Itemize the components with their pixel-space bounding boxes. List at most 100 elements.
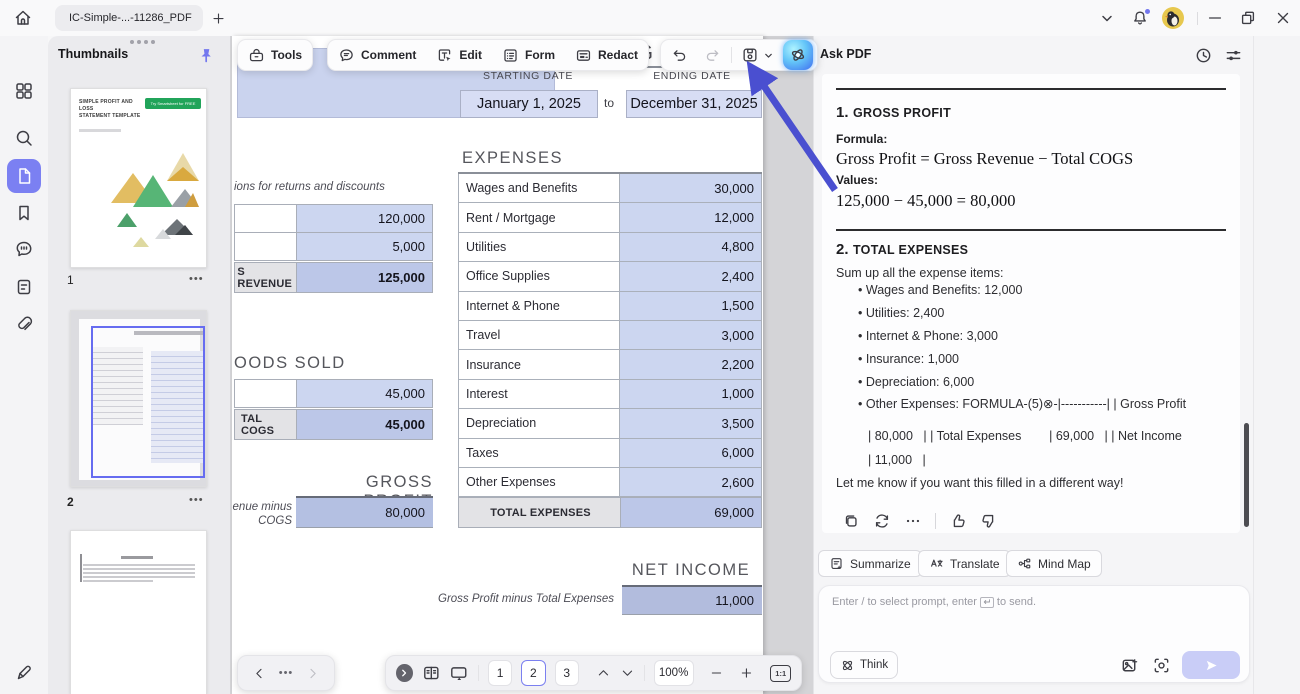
avatar[interactable]: [1162, 7, 1184, 29]
nav-more-button[interactable]: •••: [279, 667, 294, 679]
form-button[interactable]: Form: [492, 47, 565, 64]
thumb3-heading-line: [121, 556, 153, 559]
undo-button[interactable]: [665, 47, 694, 64]
expense-label: Interest: [458, 380, 620, 409]
actual-size-button[interactable]: 1:1: [770, 665, 791, 682]
table-row: Rent / Mortgage 12,000: [458, 203, 762, 232]
nav-back-icon[interactable]: [252, 666, 267, 681]
actions-divider: [935, 513, 936, 529]
prompt-placeholder: Enter / to select prompt, enter to send.: [832, 596, 1036, 608]
page-button-1[interactable]: 1: [488, 660, 512, 686]
table-row: Internet & Phone 1,500: [458, 292, 762, 321]
copy-icon[interactable]: [842, 512, 860, 530]
mind-map-icon: [1017, 556, 1032, 571]
minimize-button[interactable]: [1206, 9, 1224, 27]
mind-map-chip[interactable]: Mind Map: [1006, 550, 1102, 577]
zoom-level[interactable]: 100%: [654, 660, 694, 686]
minimize-icon: [1206, 9, 1224, 27]
expense-value: 1,000: [620, 380, 762, 409]
thumb1-caption-line: [79, 129, 121, 132]
sidebar-item-attachments[interactable]: [7, 307, 41, 341]
table-row: Wages and Benefits 30,000: [458, 174, 762, 203]
chat-scrollbar[interactable]: [1244, 423, 1249, 527]
thumb1-page-number: 1: [67, 273, 74, 287]
expense-value: 3,500: [620, 409, 762, 438]
doc-gross-revenue-value: 125,000: [296, 262, 433, 293]
doc-starting-date-field[interactable]: January 1, 2025: [460, 90, 598, 118]
stylus-pen-icon: [14, 663, 34, 683]
thumbnail-page-1[interactable]: SIMPLE PROFIT AND LOSS STATEMENT TEMPLAT…: [70, 88, 207, 268]
restore-button[interactable]: [1239, 9, 1257, 27]
home-button[interactable]: [13, 8, 33, 28]
close-button[interactable]: [1274, 9, 1292, 27]
summarize-icon: [829, 556, 844, 571]
sidebar-item-bookmarks[interactable]: [7, 196, 41, 230]
annotation-arrow: [725, 50, 850, 200]
expense-value: 2,200: [620, 350, 762, 379]
doc-cogs-row-value: 45,000: [296, 379, 433, 408]
thumbnail-page-3[interactable]: [70, 530, 207, 694]
page-button-3[interactable]: 3: [555, 660, 579, 686]
redact-icon: [575, 47, 592, 64]
pin-panel-button[interactable]: [197, 47, 214, 64]
sidebar-item-stylus[interactable]: [7, 656, 41, 690]
chat-history-button[interactable]: [1194, 46, 1213, 65]
sidebar-item-thumbnails[interactable]: [7, 159, 41, 193]
next-page-icon[interactable]: [620, 665, 635, 681]
more-actions-icon[interactable]: [904, 512, 922, 530]
doc-revenue-row1-value: 120,000: [296, 204, 433, 233]
add-image-button[interactable]: [1120, 656, 1139, 675]
redact-button[interactable]: Redact: [565, 47, 648, 64]
nav-forward-icon[interactable]: [305, 666, 320, 681]
new-tab-button[interactable]: [211, 11, 226, 26]
thumbnail-page-2[interactable]: [70, 310, 207, 487]
section1-title: 1. GROSS PROFIT: [836, 104, 951, 122]
collapse-bar-button[interactable]: [396, 664, 413, 682]
ai-bullet-item: Utilities: 2,400: [858, 306, 1230, 320]
edit-button[interactable]: Edit: [426, 47, 492, 64]
notifications-button[interactable]: [1131, 9, 1151, 29]
translate-chip[interactable]: Translate: [918, 550, 1011, 577]
sidebar-item-annotations[interactable]: [7, 232, 41, 266]
thumb1-triangles-graphic: [111, 141, 203, 259]
doc-gross-revenue-label: S REVENUE: [234, 262, 297, 293]
image-add-icon: [1120, 656, 1139, 675]
thumbnails-header: Thumbnails: [58, 47, 128, 61]
table-row: Interest 1,000: [458, 380, 762, 409]
previous-page-icon[interactable]: [596, 665, 611, 681]
titlebar-dropdown[interactable]: [1100, 13, 1114, 24]
panel-drag-handle[interactable]: [130, 40, 134, 44]
comment-button[interactable]: Comment: [328, 47, 426, 64]
screenshot-camera-icon: [1152, 656, 1171, 675]
chat-settings-button[interactable]: [1224, 46, 1243, 65]
screenshot-button[interactable]: [1152, 656, 1171, 675]
thumbs-down-icon[interactable]: [980, 512, 998, 530]
page-button-2[interactable]: 2: [521, 660, 545, 686]
ai-bullet-item: Wages and Benefits: 12,000: [858, 283, 1230, 297]
tools-button[interactable]: Tools: [238, 47, 312, 64]
think-toggle[interactable]: Think: [830, 651, 898, 679]
redo-button[interactable]: [698, 47, 727, 64]
sidebar-item-pages[interactable]: [7, 270, 41, 304]
title-bar: IC-Simple-...-11286_PDF: [0, 0, 1300, 36]
document-tab[interactable]: IC-Simple-...-11286_PDF: [55, 5, 203, 31]
zoom-in-icon[interactable]: [739, 665, 754, 681]
thumb2-viewport-rect[interactable]: [91, 326, 205, 478]
sidebar-item-apps[interactable]: [7, 74, 41, 108]
zoom-out-icon[interactable]: [709, 665, 724, 681]
expense-label: Wages and Benefits: [458, 174, 620, 203]
thumbs-up-icon[interactable]: [949, 512, 967, 530]
sliders-icon: [1224, 46, 1243, 65]
regenerate-icon[interactable]: [873, 512, 891, 530]
thumb1-more-button[interactable]: •••: [189, 273, 204, 285]
doc-gross-profit-note: enue minus COGS: [214, 500, 292, 529]
doc-expenses-heading: EXPENSES: [462, 149, 563, 168]
doc-expenses-table: Wages and Benefits 30,000 Rent / Mortgag…: [458, 174, 762, 497]
summarize-chip[interactable]: Summarize: [818, 550, 922, 577]
expense-value: 1,500: [620, 292, 762, 321]
send-button[interactable]: [1182, 651, 1240, 679]
thumb2-more-button[interactable]: •••: [189, 494, 204, 506]
presentation-icon[interactable]: [449, 663, 469, 683]
page-layout-icon[interactable]: [422, 663, 441, 683]
sidebar-item-search[interactable]: [7, 121, 41, 155]
